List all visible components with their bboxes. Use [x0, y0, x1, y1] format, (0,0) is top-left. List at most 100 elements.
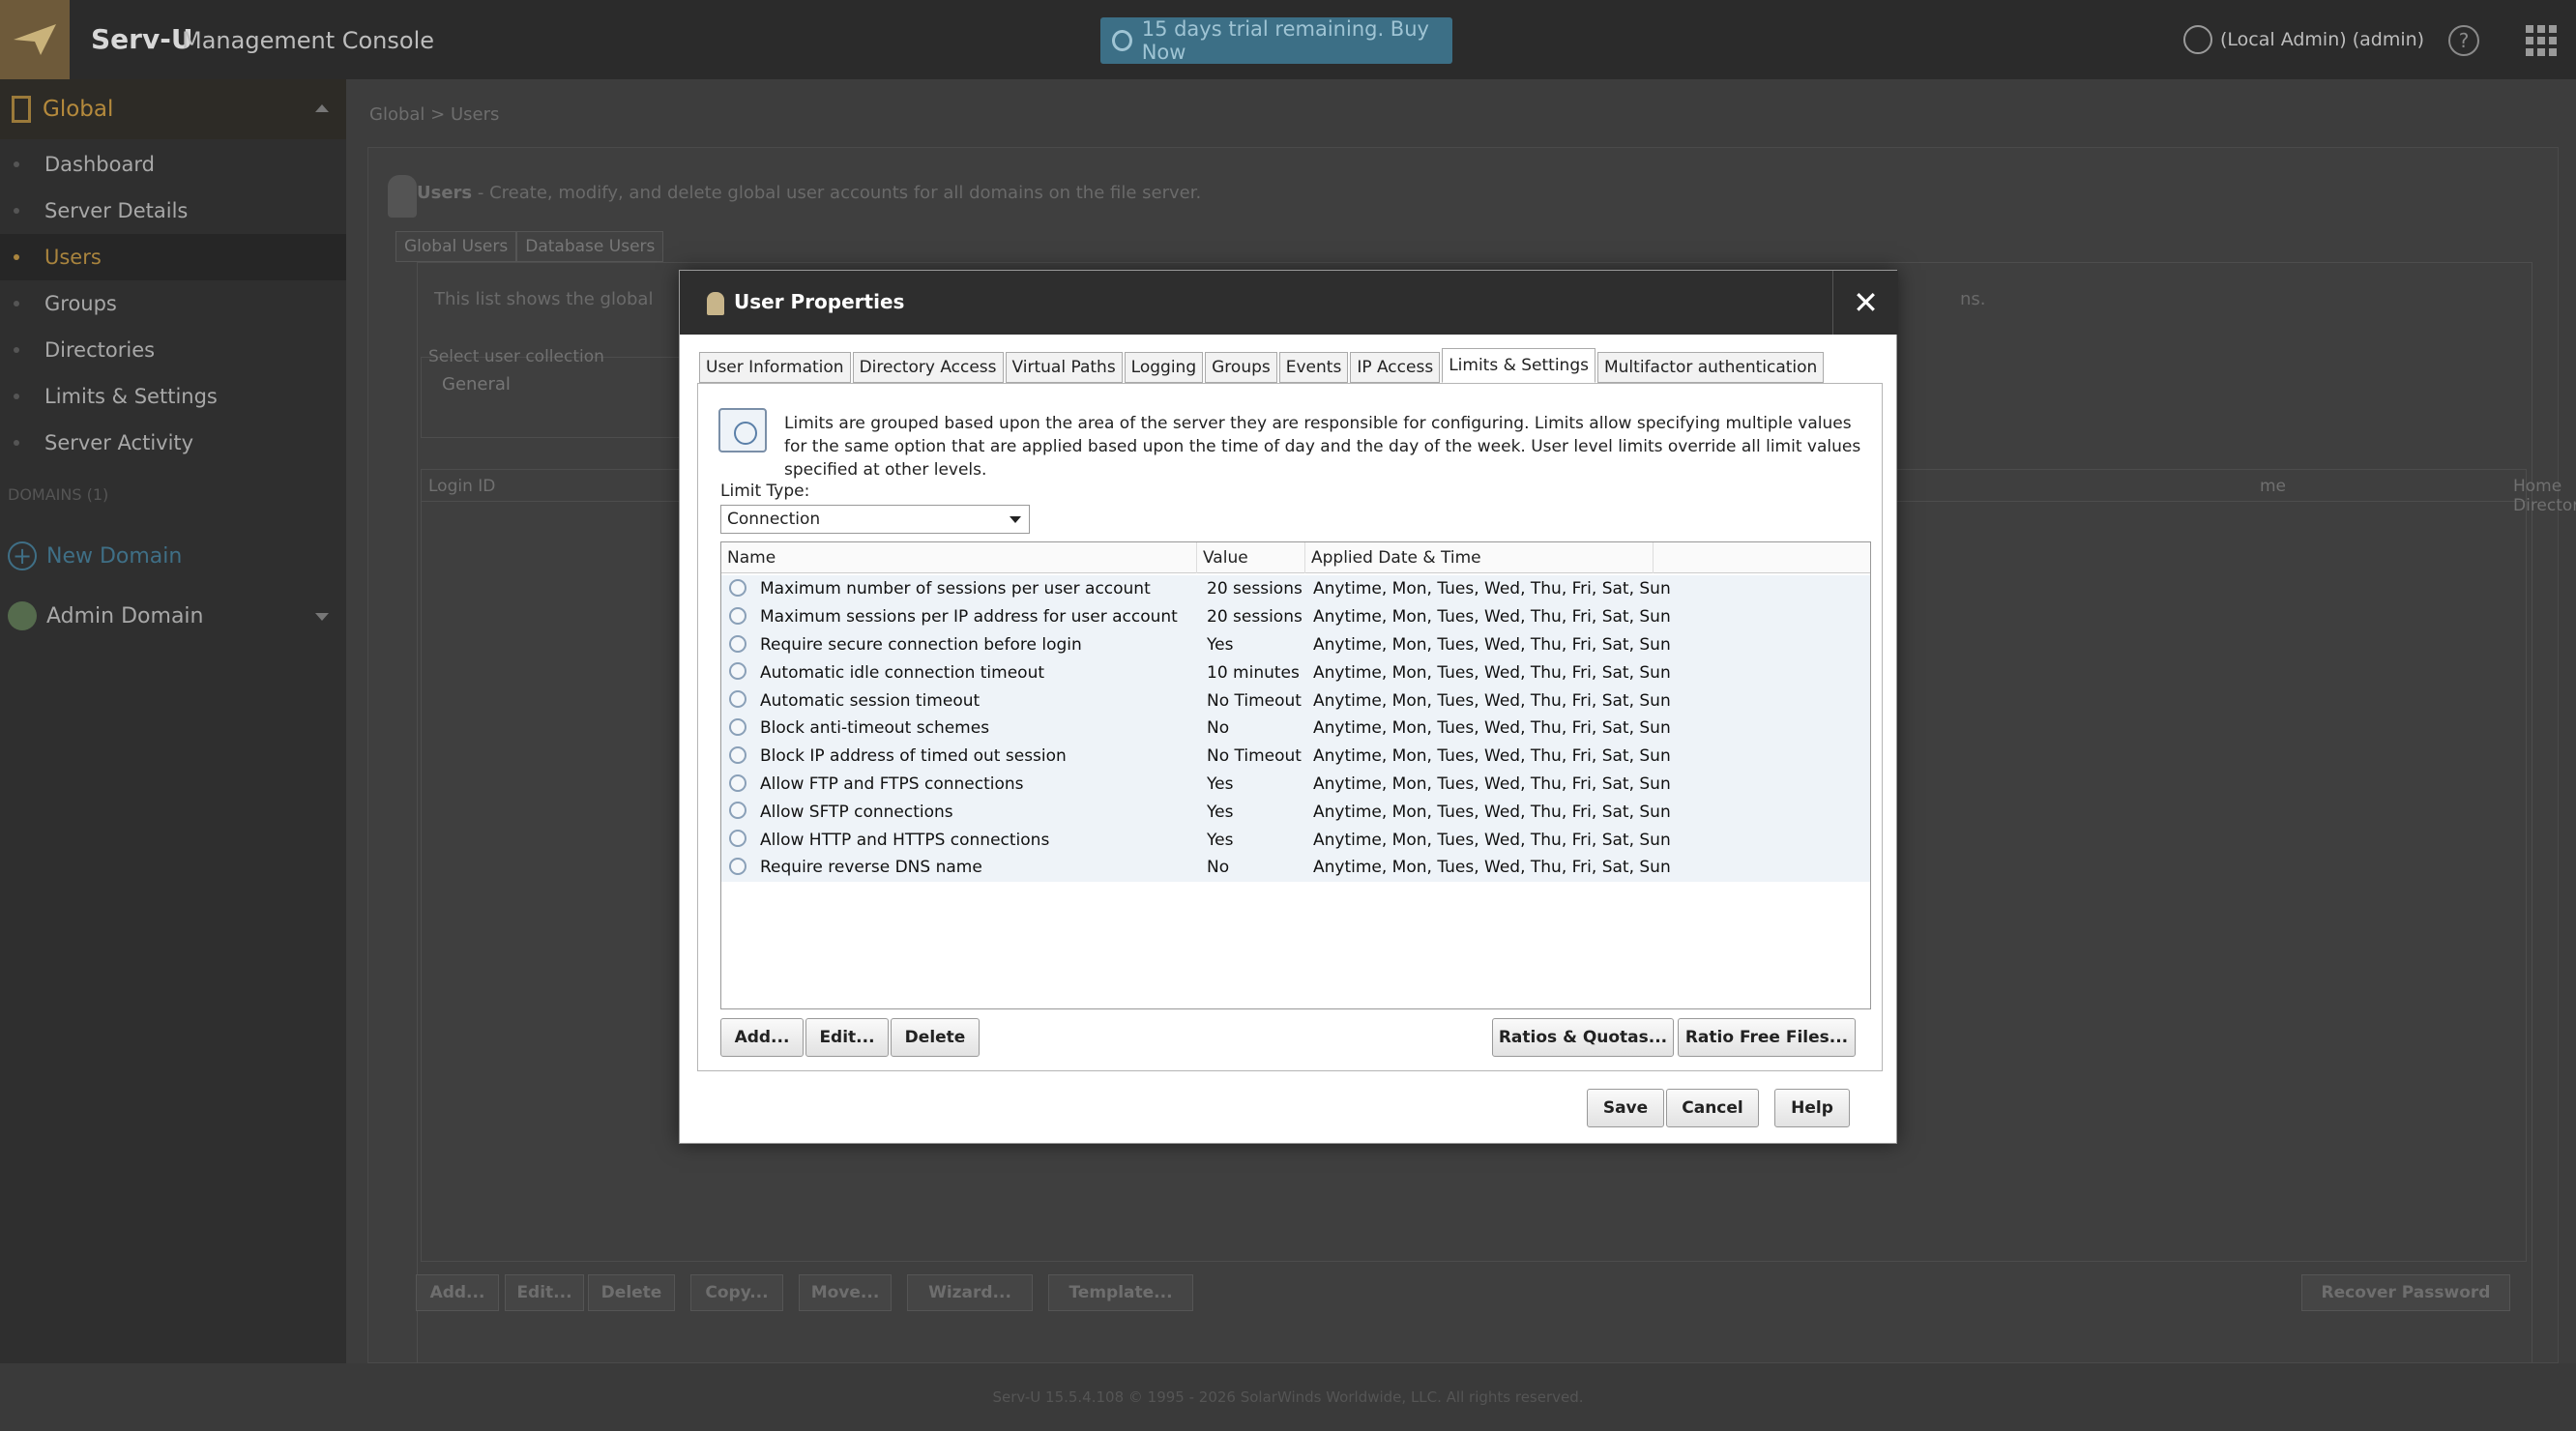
save-button[interactable]: Save: [1587, 1089, 1664, 1127]
table-row[interactable]: Require reverse DNS name No Anytime, Mon, …: [721, 854, 1870, 882]
tab-limits-settings[interactable]: Limits & Settings: [1442, 348, 1595, 383]
footer: Serv-U 15.5.4.108 © 1995 - 2026 SolarWin…: [0, 1363, 2576, 1431]
limit-applied: Anytime, Mon, Tues, Wed, Thu, Fri, Sat, …: [1313, 830, 1671, 850]
sidebar-item-groups[interactable]: Groups: [0, 280, 346, 327]
delete-limit-button[interactable]: Delete: [891, 1018, 980, 1057]
table-row[interactable]: Automatic session timeout No Timeout Anyti…: [721, 686, 1870, 715]
trial-banner-button[interactable]: 15 days trial remaining. Buy Now: [1100, 17, 1452, 64]
column-home-directory[interactable]: Home Directory: [2513, 477, 2576, 515]
template-button[interactable]: Template...: [1048, 1274, 1193, 1311]
tab-database-users[interactable]: Database Users: [516, 231, 664, 262]
add-limit-button[interactable]: Add...: [720, 1018, 804, 1057]
column-applied-date-time[interactable]: Applied Date & Time: [1305, 542, 1654, 573]
tab-user-information[interactable]: User Information: [699, 352, 851, 383]
limits-table-header: Name Value Applied Date & Time: [721, 542, 1870, 573]
wizard-button[interactable]: Wizard...: [907, 1274, 1033, 1311]
column-value[interactable]: Value: [1197, 542, 1305, 573]
apps-grid-icon[interactable]: [2526, 25, 2557, 56]
help-icon[interactable]: ?: [2448, 25, 2479, 56]
recover-password-button[interactable]: Recover Password: [2301, 1274, 2510, 1311]
limit-applied: Anytime, Mon, Tues, Wed, Thu, Fri, Sat, …: [1313, 746, 1671, 767]
table-row[interactable]: Block IP address of timed out session No …: [721, 742, 1870, 771]
copy-user-button[interactable]: Copy...: [690, 1274, 783, 1311]
collection-select[interactable]: General: [442, 374, 511, 394]
table-row[interactable]: Maximum sessions per IP address for user…: [721, 602, 1870, 631]
sidebar-item-server-activity[interactable]: Server Activity: [0, 420, 346, 466]
add-user-button[interactable]: Add...: [416, 1274, 499, 1311]
tab-ip-access[interactable]: IP Access: [1350, 352, 1441, 383]
clock-icon: [1112, 30, 1132, 51]
table-row[interactable]: Block anti-timeout schemes No Anytime, Mon…: [721, 715, 1870, 743]
limits-info-text: Limits are grouped based upon the area o…: [784, 414, 1861, 480]
table-row[interactable]: Maximum number of sessions per user acco…: [721, 575, 1870, 603]
limit-type-select[interactable]: Connection: [720, 505, 1030, 534]
limit-name: Allow SFTP connections: [760, 802, 953, 822]
app-name: Serv-U: [91, 23, 193, 55]
limit-applied: Anytime, Mon, Tues, Wed, Thu, Fri, Sat, …: [1313, 774, 1671, 794]
sidebar-item-directories[interactable]: Directories: [0, 327, 346, 373]
table-row[interactable]: Allow SFTP connections Yes Anytime, Mon, T…: [721, 798, 1870, 827]
limit-type-label: Limit Type:: [720, 482, 810, 501]
sidebar-item-users[interactable]: Users: [0, 234, 346, 280]
column-name[interactable]: me: [2260, 477, 2286, 496]
cancel-button[interactable]: Cancel: [1666, 1089, 1759, 1127]
serv-u-logo-icon[interactable]: [0, 0, 70, 79]
sidebar-item-limits-settings[interactable]: Limits & Settings: [0, 373, 346, 420]
delete-user-button[interactable]: Delete: [588, 1274, 675, 1311]
limit-name: Automatic idle connection timeout: [760, 662, 1045, 683]
sidebar-item-admin-domain[interactable]: Admin Domain: [8, 601, 337, 630]
collection-label: Select user collection: [428, 347, 604, 366]
close-icon[interactable]: ✕: [1832, 271, 1898, 335]
limit-name: Allow FTP and FTPS connections: [760, 774, 1024, 794]
dialog-tabs: User Information Directory Access Virtua…: [699, 348, 1826, 383]
tab-groups[interactable]: Groups: [1205, 352, 1277, 383]
edit-user-button[interactable]: Edit...: [505, 1274, 584, 1311]
column-login-id[interactable]: Login ID: [428, 477, 495, 496]
limit-value: Yes: [1207, 774, 1234, 794]
new-domain-label: New Domain: [46, 543, 183, 569]
limit-name: Maximum number of sessions per user acco…: [760, 579, 1151, 599]
table-row[interactable]: Automatic idle connection timeout 10 minu…: [721, 658, 1870, 687]
help-button[interactable]: Help: [1774, 1089, 1850, 1127]
move-user-button[interactable]: Move...: [799, 1274, 892, 1311]
ratios-quotas-button[interactable]: Ratios & Quotas...: [1492, 1018, 1674, 1057]
user-properties-dialog: User Properties ✕ User Information Direc…: [679, 270, 1898, 1144]
tab-events[interactable]: Events: [1278, 352, 1349, 383]
new-domain-button[interactable]: + New Domain: [8, 541, 182, 570]
sidebar-item-server-details[interactable]: Server Details: [0, 188, 346, 234]
table-row[interactable]: Require secure connection before login Ye…: [721, 630, 1870, 659]
user-icon: [2183, 25, 2212, 54]
limit-applied: Anytime, Mon, Tues, Wed, Thu, Fri, Sat, …: [1313, 718, 1671, 739]
tab-directory-access[interactable]: Directory Access: [852, 352, 1004, 383]
trial-text: 15 days trial remaining. Buy Now: [1141, 17, 1429, 64]
table-row[interactable]: Allow FTP and FTPS connections Yes Anytime…: [721, 770, 1870, 799]
tab-global-users[interactable]: Global Users: [395, 231, 517, 262]
tab-virtual-paths[interactable]: Virtual Paths: [1005, 352, 1123, 383]
limit-icon: [729, 718, 746, 736]
limit-name: Require secure connection before login: [760, 634, 1082, 655]
plus-icon: +: [8, 541, 37, 570]
list-description-tail: ns.: [1960, 289, 1986, 309]
table-row[interactable]: Allow HTTP and HTTPS connections Yes Anyti…: [721, 826, 1870, 854]
user-icon: [388, 175, 417, 218]
limit-icon: [729, 579, 746, 597]
tab-multifactor-authentication[interactable]: Multifactor authentication: [1596, 352, 1825, 383]
limit-value: 10 minutes: [1207, 662, 1300, 683]
chevron-up-icon: [315, 104, 329, 112]
limit-name: Allow HTTP and HTTPS connections: [760, 830, 1050, 850]
limit-name: Require reverse DNS name: [760, 858, 982, 878]
limit-icon: [729, 858, 746, 875]
ratio-free-files-button[interactable]: Ratio Free Files...: [1678, 1018, 1856, 1057]
sidebar-global-header[interactable]: Global: [0, 79, 346, 139]
chevron-down-icon: [315, 613, 329, 621]
users-tabs: Global Users Database Users: [395, 231, 664, 262]
sidebar-item-dashboard[interactable]: Dashboard: [0, 141, 346, 188]
edit-limit-button[interactable]: Edit...: [805, 1018, 889, 1057]
limits-table[interactable]: Name Value Applied Date & Time Maximum n…: [720, 541, 1871, 1009]
limit-icon: [729, 830, 746, 848]
user-menu[interactable]: (Local Admin) (admin): [2183, 25, 2424, 54]
column-name[interactable]: Name: [721, 542, 1197, 573]
tab-logging[interactable]: Logging: [1124, 352, 1204, 383]
limit-value: No: [1207, 858, 1230, 878]
limit-type-value: Connection: [727, 510, 821, 529]
